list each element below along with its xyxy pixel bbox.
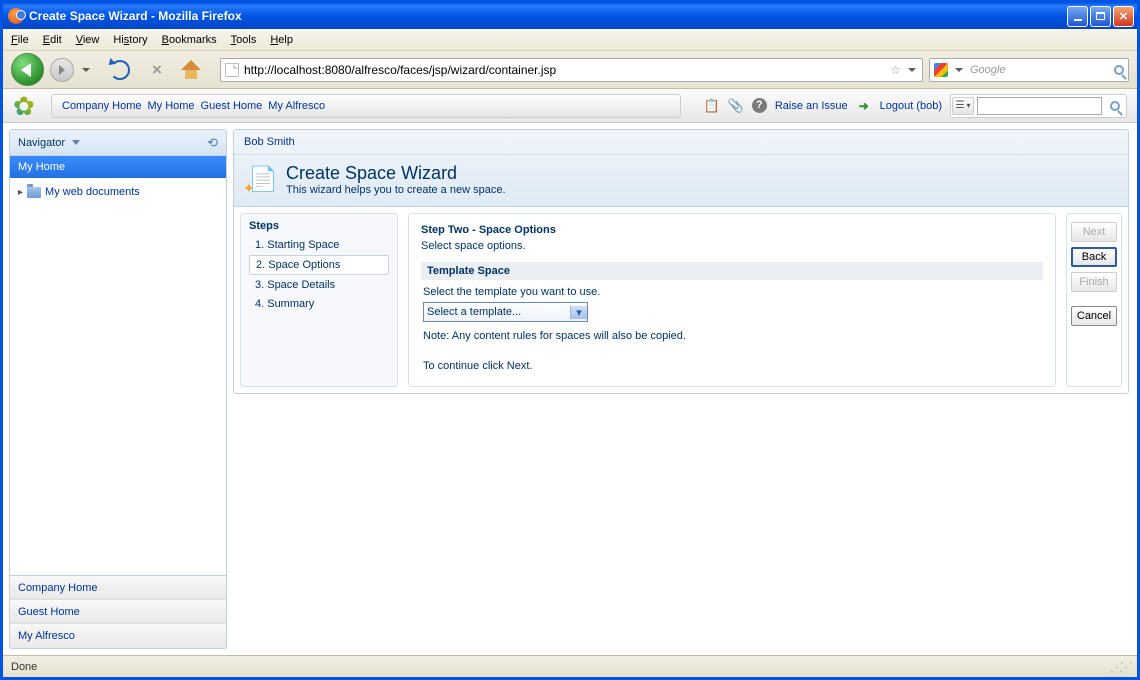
page-subtitle: This wizard helps you to create a new sp… — [286, 184, 506, 196]
navigator-dropdown[interactable]: Navigator — [18, 137, 80, 149]
breadcrumb-bar: Company Home My Home Guest Home My Alfre… — [51, 94, 681, 118]
finish-button: Finish — [1071, 272, 1117, 292]
steps-title: Steps — [249, 220, 389, 232]
instruction-text: Select the template you want to use. — [423, 286, 1041, 298]
raise-issue-link[interactable]: Raise an Issue — [775, 100, 848, 112]
section-header: Template Space — [421, 262, 1043, 280]
maximize-button[interactable] — [1090, 6, 1111, 27]
logout-icon[interactable] — [856, 98, 872, 114]
breadcrumb-my-alfresco[interactable]: My Alfresco — [268, 100, 325, 112]
tree-item-my-web-documents[interactable]: My web documents — [18, 184, 218, 200]
search-placeholder[interactable]: Google — [970, 64, 1109, 76]
menu-bookmarks[interactable]: Bookmarks — [162, 34, 217, 46]
sidebar-link-my-alfresco[interactable]: My Alfresco — [10, 624, 226, 648]
alfresco-search-button[interactable] — [1105, 96, 1125, 116]
alfresco-topbar: Company Home My Home Guest Home My Alfre… — [3, 89, 1137, 123]
navigator-sidebar: Navigator ⟲ My Home My web documents Com… — [9, 129, 227, 649]
note-text: Note: Any content rules for spaces will … — [423, 330, 1041, 342]
browser-menubar: File Edit View History Bookmarks Tools H… — [3, 29, 1137, 51]
step-title: Step Two - Space Options — [421, 224, 1043, 236]
main-header: Bob Smith Create Space Wizard This wizar… — [233, 129, 1129, 207]
menu-tools[interactable]: Tools — [231, 34, 257, 46]
status-text: Done — [11, 661, 37, 673]
menu-history[interactable]: History — [113, 34, 147, 46]
close-button[interactable]: ✕ — [1113, 6, 1134, 27]
main-panel: Bob Smith Create Space Wizard This wizar… — [233, 129, 1129, 649]
alfresco-search-group — [950, 94, 1127, 118]
breadcrumb-company-home[interactable]: Company Home — [62, 100, 141, 112]
browser-toolbar: × http://localhost:8080/alfresco/faces/j… — [3, 51, 1137, 89]
search-mode-button[interactable] — [952, 97, 974, 115]
alfresco-search-input[interactable] — [977, 97, 1102, 115]
sidebar-tree: My web documents — [10, 178, 226, 575]
page-title: Create Space Wizard — [286, 163, 506, 184]
tree-item-label: My web documents — [45, 186, 140, 198]
sidebar-bottom-links: Company Home Guest Home My Alfresco — [10, 575, 226, 648]
step-description: Select space options. — [421, 240, 1043, 252]
url-bar[interactable]: http://localhost:8080/alfresco/faces/jsp… — [220, 58, 923, 82]
sidebar-link-company-home[interactable]: Company Home — [10, 576, 226, 600]
forward-button — [50, 58, 74, 82]
alfresco-logo-icon[interactable] — [13, 92, 41, 120]
steps-panel: Steps 1. Starting Space 2. Space Options… — [240, 213, 398, 387]
cancel-button[interactable]: Cancel — [1071, 306, 1117, 326]
url-history-dropdown[interactable] — [906, 58, 918, 82]
tree-expand-icon[interactable] — [18, 186, 23, 198]
template-select[interactable]: Select a template... — [423, 302, 588, 322]
firefox-icon — [8, 8, 24, 24]
step-2[interactable]: 2. Space Options — [249, 255, 389, 275]
clipboard-icon[interactable] — [728, 98, 744, 114]
menu-file[interactable]: File — [11, 34, 29, 46]
wizard-button-panel: Next Back Finish Cancel — [1066, 213, 1122, 387]
sidebar-header: Navigator ⟲ — [10, 130, 226, 156]
nav-history-dropdown[interactable] — [80, 58, 92, 82]
back-button-wizard[interactable]: Back — [1071, 247, 1117, 267]
sidebar-active-location[interactable]: My Home — [10, 156, 226, 178]
bookmark-star-icon[interactable]: ☆ — [890, 63, 901, 77]
home-button[interactable] — [182, 61, 200, 79]
window-title: Create Space Wizard - Mozilla Firefox — [29, 9, 1067, 23]
next-button: Next — [1071, 222, 1117, 242]
menu-help[interactable]: Help — [270, 34, 293, 46]
wizard-icon — [246, 165, 276, 195]
search-submit-icon[interactable] — [1114, 65, 1124, 75]
sidebar-refresh-icon[interactable]: ⟲ — [207, 135, 218, 151]
wizard-body: Steps 1. Starting Space 2. Space Options… — [233, 207, 1129, 394]
search-engine-dropdown[interactable] — [953, 58, 965, 82]
step-3[interactable]: 3. Space Details — [249, 276, 389, 294]
menu-view[interactable]: View — [76, 34, 100, 46]
wizard-content-panel: Step Two - Space Options Select space op… — [408, 213, 1056, 387]
page-icon — [225, 63, 239, 77]
back-button[interactable] — [11, 53, 44, 86]
resize-grip-icon[interactable]: ⋰⋰ — [1109, 660, 1131, 674]
breadcrumb-my-home[interactable]: My Home — [147, 100, 194, 112]
stop-button: × — [148, 61, 166, 79]
menu-edit[interactable]: Edit — [43, 34, 62, 46]
url-text[interactable]: http://localhost:8080/alfresco/faces/jsp… — [244, 63, 885, 77]
step-1[interactable]: 1. Starting Space — [249, 236, 389, 254]
sidebar-link-guest-home[interactable]: Guest Home — [10, 600, 226, 624]
breadcrumb-guest-home[interactable]: Guest Home — [201, 100, 263, 112]
help-icon[interactable] — [752, 98, 767, 113]
folder-icon — [27, 187, 41, 198]
browser-statusbar: Done ⋰⋰ — [3, 655, 1137, 677]
main-breadcrumb[interactable]: Bob Smith — [234, 130, 1128, 155]
window-titlebar[interactable]: Create Space Wizard - Mozilla Firefox ✕ — [3, 3, 1137, 29]
logout-link[interactable]: Logout (bob) — [880, 100, 942, 112]
reload-button[interactable] — [110, 60, 130, 80]
browser-search-box[interactable]: Google — [929, 58, 1129, 82]
shelf-icon[interactable] — [704, 98, 720, 114]
continue-hint: To continue click Next. — [423, 360, 1041, 372]
minimize-button[interactable] — [1067, 6, 1088, 27]
step-4[interactable]: 4. Summary — [249, 295, 389, 313]
google-icon[interactable] — [934, 63, 948, 77]
